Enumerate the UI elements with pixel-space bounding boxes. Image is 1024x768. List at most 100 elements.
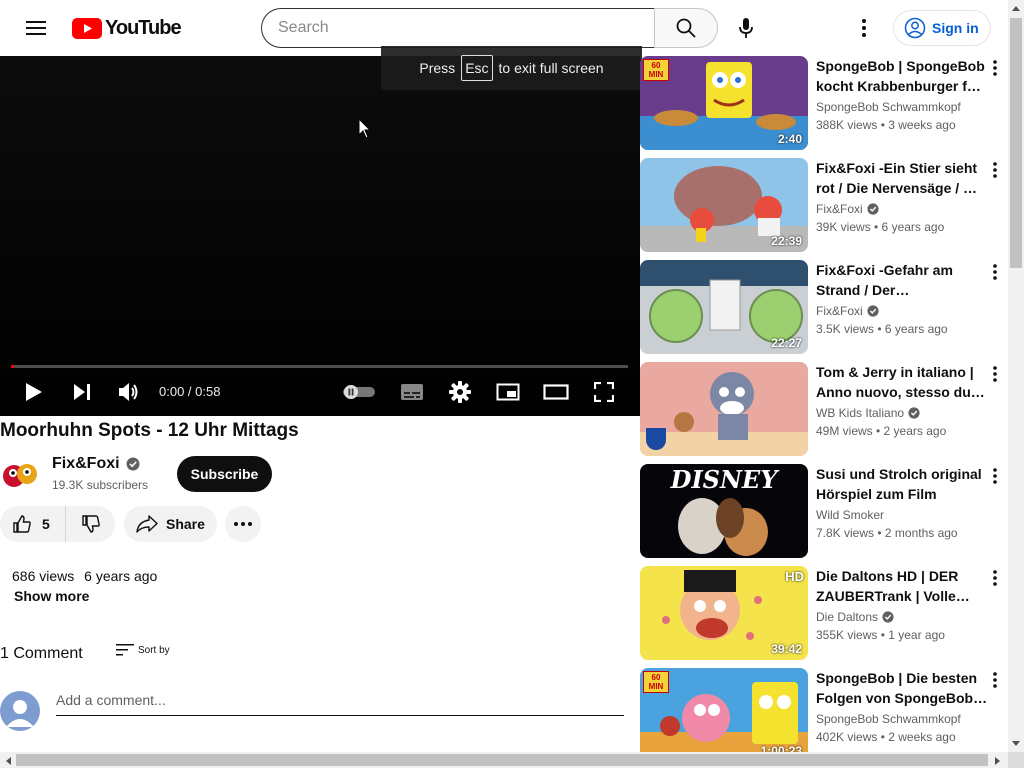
recommendation-channel[interactable]: SpongeBob Schwammkopf — [816, 100, 961, 114]
scroll-down-arrow-icon[interactable] — [1011, 740, 1021, 748]
theater-mode-button[interactable] — [542, 372, 570, 412]
dislike-button[interactable] — [66, 514, 115, 534]
recommendation-channel-name: Die Daltons — [816, 610, 879, 624]
recommendation-stats: 402K views • 2 weeks ago — [816, 730, 956, 744]
recommendation-menu-button[interactable] — [986, 262, 1004, 282]
user-avatar — [0, 691, 40, 731]
recommendation-item[interactable]: Tom & Jerry in italiano | Anno nuovo, st… — [640, 362, 1008, 456]
subtitles-button[interactable] — [398, 372, 426, 412]
recommendation-channel[interactable]: Die Daltons — [816, 610, 894, 624]
recommendation-thumbnail[interactable]: 60 MIN 2:40 — [640, 56, 808, 150]
horizontal-scrollbar-thumb[interactable] — [16, 754, 988, 766]
sort-by-label: Sort by — [138, 644, 170, 656]
recommendation-item[interactable]: 22:39 Fix&Foxi -Ein Stier sieht rot / Die… — [640, 158, 1008, 252]
recommendation-channel-name: SpongeBob Schwammkopf — [816, 100, 961, 114]
like-dislike-group: 5 — [0, 506, 115, 542]
subscriber-count: 19.3K subscribers — [52, 478, 149, 492]
show-more-button[interactable]: Show more — [14, 588, 89, 604]
logo-text: YouTube — [105, 16, 182, 39]
video-player[interactable] — [0, 56, 640, 416]
recommendation-channel-name: WB Kids Italiano — [816, 406, 905, 420]
view-info: 686 views 6 years ago — [12, 568, 157, 584]
menu-icon[interactable] — [16, 12, 56, 44]
recommendation-channel[interactable]: Fix&Foxi — [816, 202, 879, 216]
search-button[interactable] — [654, 8, 718, 48]
hint-suffix: to exit full screen — [498, 60, 604, 76]
recommendation-title[interactable]: Tom & Jerry in italiano | Anno nuovo, st… — [816, 362, 988, 402]
recommendation-item[interactable]: 60 MIN 2:40 SpongeBob | SpongeBob kocht Kr… — [640, 56, 1008, 150]
more-actions-button[interactable] — [225, 506, 261, 542]
video-duration: 2:40 — [777, 132, 802, 146]
more-vert-icon — [862, 19, 866, 37]
mute-button[interactable] — [115, 372, 143, 412]
recommendation-item[interactable]: 22:27 Fix&Foxi -Gefahr am Strand / Der… Fi… — [640, 260, 1008, 354]
add-comment-input[interactable]: Add a comment... — [56, 690, 624, 716]
recommendation-channel[interactable]: WB Kids Italiano — [816, 406, 920, 420]
recommendation-menu-button[interactable] — [986, 568, 1004, 588]
svg-text:DISNEY: DISNEY — [670, 465, 781, 494]
settings-button[interactable] — [446, 372, 474, 412]
like-count: 5 — [42, 516, 50, 532]
fullscreen-button[interactable] — [590, 372, 618, 412]
search-input[interactable] — [278, 19, 655, 37]
sign-in-button[interactable]: Sign in — [893, 10, 991, 46]
recommendation-menu-button[interactable] — [986, 160, 1004, 180]
scroll-right-arrow-icon[interactable] — [994, 756, 1002, 766]
settings-more-button[interactable] — [844, 8, 884, 48]
recommendation-channel-name: Fix&Foxi — [816, 202, 863, 216]
recommendation-menu-button[interactable] — [986, 466, 1004, 486]
recommendation-menu-button[interactable] — [986, 670, 1004, 690]
scroll-up-arrow-icon[interactable] — [1011, 4, 1021, 12]
recommendation-thumbnail[interactable]: HD 39:42 — [640, 566, 808, 660]
recommendation-title[interactable]: Fix&Foxi -Ein Stier sieht rot / Die Nerv… — [816, 158, 988, 198]
progress-bar[interactable] — [12, 365, 628, 368]
video-duration: 22:39 — [771, 234, 802, 248]
youtube-logo[interactable]: YouTube — [72, 16, 182, 39]
recommendation-thumbnail[interactable]: 22:27 — [640, 260, 808, 354]
thumbs-up-icon — [13, 515, 31, 533]
recommendation-item[interactable]: DISNEY Susi und Strolch original Hörspiel… — [640, 464, 1008, 558]
recommendation-item[interactable]: HD 39:42 Die Daltons HD | DER ZAUBERTrank … — [640, 566, 1008, 660]
verified-icon — [908, 407, 920, 419]
recommendation-channel[interactable]: Fix&Foxi — [816, 304, 879, 318]
subscribe-button[interactable]: Subscribe — [177, 456, 272, 492]
wb-logo-icon — [646, 428, 666, 450]
recommendation-channel-name: Fix&Foxi — [816, 304, 863, 318]
fullscreen-exit-hint: Press Esc to exit full screen — [381, 46, 642, 90]
video-title: Moorhuhn Spots - 12 Uhr Mittags — [0, 420, 299, 441]
recommendation-menu-button[interactable] — [986, 58, 1004, 78]
subtitles-icon — [401, 384, 423, 400]
share-button[interactable]: Share — [124, 506, 217, 542]
scroll-left-arrow-icon[interactable] — [4, 756, 12, 766]
autoplay-toggle[interactable] — [342, 372, 376, 412]
recommendation-title[interactable]: Fix&Foxi -Gefahr am Strand / Der… — [816, 260, 988, 300]
hint-prefix: Press — [419, 60, 456, 76]
next-button[interactable] — [68, 372, 96, 412]
play-button[interactable] — [20, 372, 48, 412]
view-count: 686 views — [12, 568, 75, 584]
time-display: 0:00 / 0:58 — [159, 384, 221, 399]
miniplayer-button[interactable] — [494, 372, 522, 412]
voice-search-button[interactable] — [726, 8, 766, 48]
recommendation-thumbnail[interactable] — [640, 362, 808, 456]
channel-avatar[interactable] — [0, 452, 40, 492]
recommendation-menu-button[interactable] — [986, 364, 1004, 384]
thumbs-down-icon — [81, 515, 100, 533]
recommendation-thumbnail[interactable]: 60 MIN 1:00:23 — [640, 668, 808, 762]
miniplayer-icon — [496, 383, 520, 401]
recommendation-channel[interactable]: Wild Smoker — [816, 508, 884, 522]
more-horiz-icon — [234, 522, 252, 526]
recommendation-thumbnail[interactable]: 22:39 — [640, 158, 808, 252]
video-duration: 39:42 — [771, 642, 802, 656]
recommendation-title[interactable]: SpongeBob | SpongeBob kocht Krabbenburge… — [816, 56, 988, 96]
sort-by-button[interactable]: Sort by — [116, 643, 170, 657]
vertical-scrollbar-thumb[interactable] — [1010, 18, 1022, 268]
recommendation-thumbnail[interactable]: DISNEY — [640, 464, 808, 558]
recommendation-title[interactable]: Susi und Strolch original Hörspiel zum F… — [816, 464, 988, 504]
channel-name[interactable]: Fix&Foxi — [52, 455, 140, 473]
recommendation-item[interactable]: 60 MIN 1:00:23 SpongeBob | Die besten Folg… — [640, 668, 1008, 762]
recommendation-title[interactable]: SpongeBob | Die besten Folgen von Sponge… — [816, 668, 988, 708]
recommendation-channel[interactable]: SpongeBob Schwammkopf — [816, 712, 961, 726]
like-button[interactable]: 5 — [0, 506, 66, 542]
recommendation-title[interactable]: Die Daltons HD | DER ZAUBERTrank | Volle… — [816, 566, 988, 606]
